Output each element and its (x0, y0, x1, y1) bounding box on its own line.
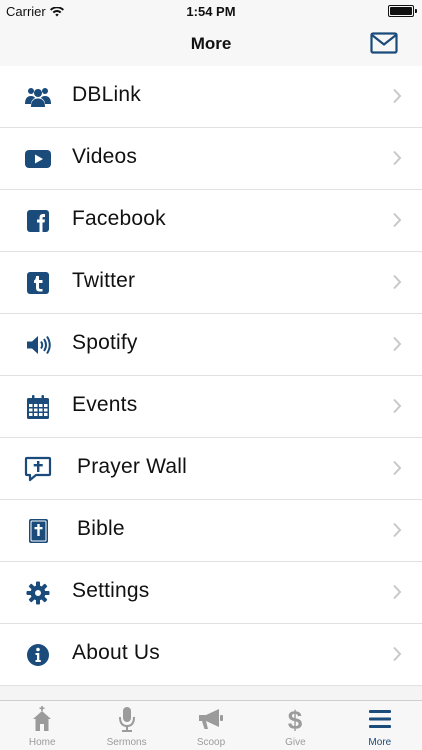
info-icon (27, 644, 49, 666)
menu-item-label: Settings (72, 579, 150, 602)
svg-text:$: $ (288, 705, 303, 733)
tab-give[interactable]: $ Give (253, 701, 337, 750)
tab-home[interactable]: Home (0, 701, 84, 750)
microphone-icon (118, 707, 135, 732)
megaphone-icon (199, 709, 224, 729)
menu-item-prayer-wall[interactable]: Prayer Wall (0, 438, 422, 500)
chevron-right-icon (393, 646, 402, 662)
menu-item-twitter[interactable]: Twitter (0, 252, 422, 314)
bible-icon (29, 519, 48, 543)
menu-item-dblink[interactable]: DBLink (0, 66, 422, 128)
menu-item-about-us[interactable]: About Us (0, 624, 422, 686)
navigation-bar: More (0, 22, 422, 67)
menu-list: DBLink Videos Facebook Twitter Spotify E… (0, 66, 422, 686)
speaker-icon (27, 335, 51, 355)
tab-label: Give (285, 737, 306, 748)
chevron-right-icon (393, 584, 402, 600)
tab-label: Sermons (106, 737, 147, 748)
play-icon (25, 150, 51, 168)
tab-more[interactable]: More (338, 701, 422, 750)
chevron-right-icon (393, 274, 402, 290)
mail-icon[interactable] (370, 32, 398, 54)
chevron-right-icon (393, 460, 402, 476)
chevron-right-icon (393, 150, 402, 166)
menu-item-settings[interactable]: Settings (0, 562, 422, 624)
menu-item-label: Prayer Wall (77, 455, 187, 478)
chevron-right-icon (393, 212, 402, 228)
menu-item-facebook[interactable]: Facebook (0, 190, 422, 252)
calendar-icon (27, 395, 49, 419)
gear-icon (26, 581, 50, 605)
status-bar: Carrier 1:54 PM (0, 0, 422, 22)
chevron-right-icon (393, 522, 402, 538)
tab-label: Scoop (196, 737, 226, 748)
chevron-right-icon (393, 398, 402, 414)
users-icon (25, 88, 51, 107)
menu-item-label: About Us (72, 641, 160, 664)
battery-icon (388, 5, 417, 17)
cross-speech-icon (24, 456, 52, 482)
tab-scoop[interactable]: Scoop (169, 701, 253, 750)
facebook-icon (27, 210, 49, 232)
menu-item-events[interactable]: Events (0, 376, 422, 438)
menu-icon (368, 710, 391, 728)
tumblr-icon (27, 272, 49, 294)
chevron-right-icon (393, 88, 402, 104)
tab-label: More (368, 737, 392, 748)
menu-item-label: Spotify (72, 331, 138, 354)
menu-item-label: Events (72, 393, 138, 416)
tab-sermons[interactable]: Sermons (84, 701, 168, 750)
menu-item-label: Videos (72, 145, 138, 168)
menu-item-spotify[interactable]: Spotify (0, 314, 422, 376)
page-title: More (190, 34, 232, 53)
menu-item-videos[interactable]: Videos (0, 128, 422, 190)
menu-item-label: Facebook (72, 207, 166, 230)
tab-bar: Home Sermons Scoop $ Give More (0, 700, 422, 750)
menu-item-label: Bible (77, 517, 125, 540)
menu-item-bible[interactable]: Bible (0, 500, 422, 562)
menu-item-label: DBLink (72, 83, 141, 106)
menu-item-label: Twitter (72, 269, 136, 292)
dollar-icon: $ (288, 705, 303, 733)
tab-label: Home (28, 737, 56, 748)
chevron-right-icon (393, 336, 402, 352)
church-icon (33, 706, 52, 731)
status-time: 1:54 PM (186, 4, 236, 19)
